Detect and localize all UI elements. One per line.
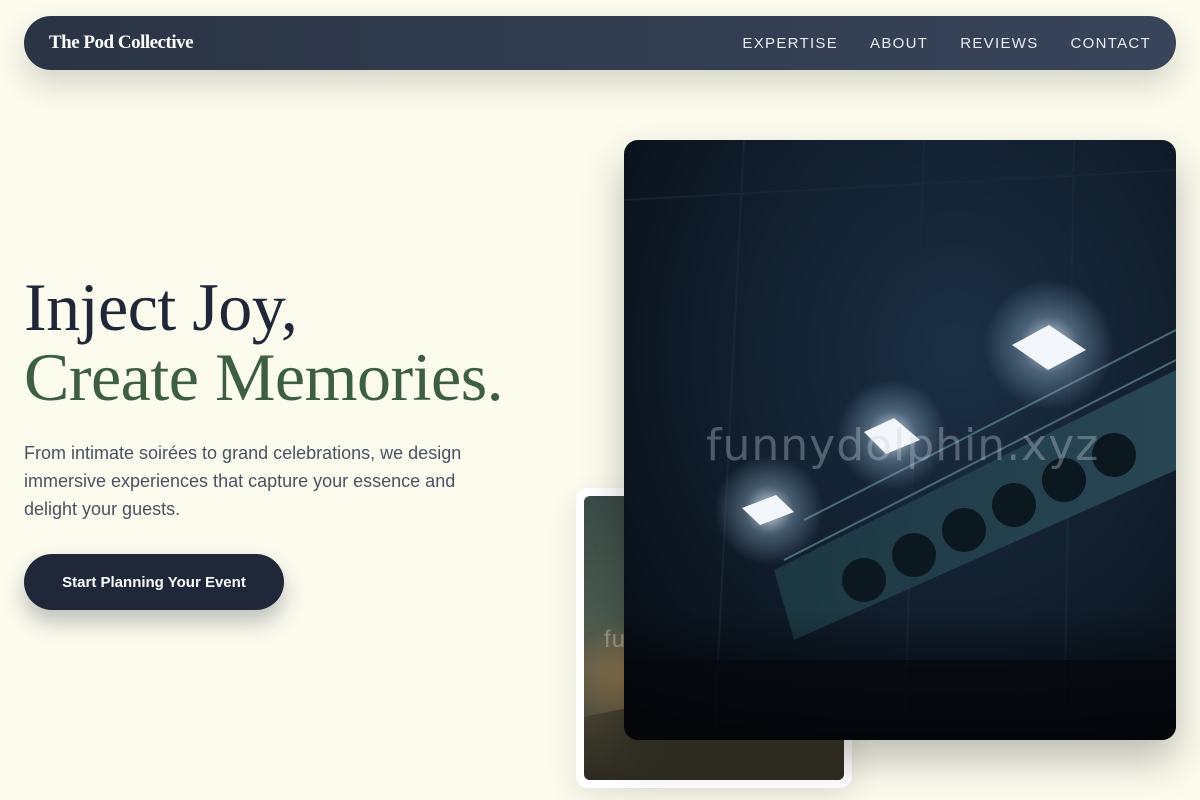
navbar: The Pod Collective EXPERTISE ABOUT REVIE… <box>24 16 1176 70</box>
nav-link-contact[interactable]: CONTACT <box>1071 35 1151 52</box>
start-planning-button[interactable]: Start Planning Your Event <box>24 554 284 610</box>
hero-description: From intimate soirées to grand celebrati… <box>24 443 462 519</box>
hero-title: Inject Joy, Create Memories. <box>24 269 504 415</box>
hero-photo-watermark: funnydolphin.xyz <box>706 420 1100 471</box>
secondary-photo-watermark: fu <box>604 626 627 653</box>
nav-links: EXPERTISE ABOUT REVIEWS CONTACT <box>742 35 1151 52</box>
page: The Pod Collective EXPERTISE ABOUT REVIE… <box>0 0 1200 800</box>
brand-logo[interactable]: The Pod Collective <box>49 32 194 54</box>
nav-link-about[interactable]: ABOUT <box>870 35 928 52</box>
hero-photo: funnydolphin.xyz <box>624 140 1176 740</box>
nav-link-expertise[interactable]: EXPERTISE <box>742 35 838 52</box>
hero-title-line1: Inject Joy, <box>24 269 298 345</box>
hero-title-line2: Create Memories. <box>24 339 504 415</box>
nav-link-reviews[interactable]: REVIEWS <box>960 35 1038 52</box>
